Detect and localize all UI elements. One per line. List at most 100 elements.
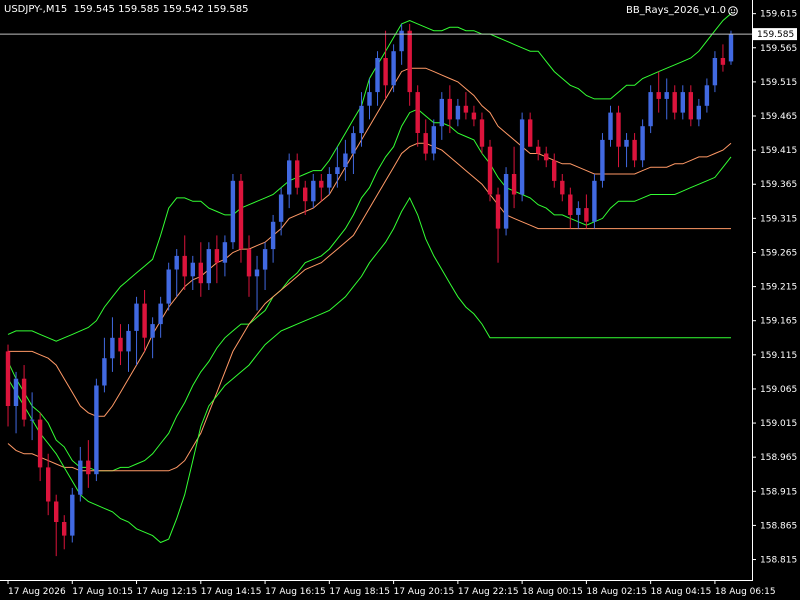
- time-tick-label: 17 Aug 22:15: [458, 587, 519, 597]
- candle-body: [254, 269, 260, 277]
- candle: [230, 174, 236, 250]
- candle-body: [600, 139, 605, 181]
- price-tick-label: 158.865: [760, 521, 797, 531]
- candle-body: [680, 92, 685, 113]
- candle-body: [463, 105, 469, 113]
- candle: [487, 139, 493, 202]
- time-tick-label: 18 Aug 06:15: [715, 587, 776, 597]
- price-tick-label: 159.515: [760, 78, 797, 88]
- candle-body: [343, 153, 348, 168]
- candle-body: [311, 180, 316, 202]
- candle-body: [704, 85, 710, 106]
- time-tick-label: 17 Aug 2026: [8, 587, 66, 597]
- price-tick-label: 159.165: [760, 317, 797, 327]
- candle-body: [110, 337, 115, 359]
- time-tick-label: 18 Aug 04:15: [651, 587, 712, 597]
- candle-body: [182, 255, 187, 277]
- candle-body: [552, 160, 557, 181]
- candle-body: [174, 255, 179, 270]
- candle-body: [54, 501, 59, 522]
- candle: [503, 167, 509, 236]
- candle-body: [495, 194, 501, 229]
- candle-body: [206, 249, 211, 284]
- candle-body: [576, 208, 581, 215]
- candle-body: [214, 249, 220, 263]
- candle-body: [198, 262, 203, 284]
- candle-body: [351, 133, 356, 154]
- candle-body: [359, 105, 364, 134]
- candle-body: [270, 221, 276, 250]
- price-tick-label: 159.615: [760, 10, 797, 20]
- candle-body: [375, 58, 380, 93]
- candle-body: [455, 105, 461, 120]
- candle: [206, 242, 211, 290]
- candle-body: [86, 460, 91, 475]
- current-price-label: 159.585: [757, 30, 794, 40]
- candle-body: [720, 58, 726, 65]
- candle: [391, 44, 396, 93]
- candle-body: [391, 51, 396, 86]
- candle-body: [246, 249, 252, 277]
- candle-body: [672, 92, 677, 113]
- candle: [519, 112, 525, 202]
- price-tick-label: 158.915: [760, 487, 797, 497]
- price-tick-label: 159.365: [760, 180, 797, 190]
- candle-body: [608, 112, 613, 140]
- candle-body: [78, 460, 83, 495]
- candle-body: [5, 351, 11, 406]
- price-chart[interactable]: 159.615 159.565 159.515 159.465 159.415 159.3…: [0, 0, 800, 600]
- candle-body: [696, 105, 701, 120]
- candle-body: [287, 160, 292, 195]
- candle-body: [632, 139, 637, 161]
- candle-body: [407, 30, 412, 93]
- candle-body: [423, 133, 428, 154]
- price-tick-label: 159.065: [760, 385, 797, 395]
- candle-body: [230, 180, 236, 243]
- time-tick-label: 17 Aug 16:15: [265, 587, 326, 597]
- candle: [166, 262, 171, 311]
- candle-body: [383, 58, 388, 86]
- candle-body: [511, 174, 517, 195]
- price-tick-label: 158.965: [760, 453, 797, 463]
- candle: [94, 378, 99, 482]
- candle-body: [46, 467, 51, 502]
- candle-body: [568, 194, 573, 215]
- price-tick-label: 159.315: [760, 214, 797, 224]
- chart-background: [0, 0, 800, 600]
- candle-body: [70, 494, 75, 536]
- candle-body: [728, 34, 734, 62]
- price-tick-label: 159.115: [760, 351, 797, 361]
- candle-body: [544, 153, 549, 161]
- candle-body: [295, 160, 300, 188]
- candle-body: [415, 92, 420, 133]
- symbol-name: USDJPY-,M15: [4, 4, 68, 15]
- candle-body: [134, 303, 139, 331]
- candle-body: [624, 139, 629, 147]
- candle-body: [278, 194, 284, 222]
- candle: [728, 30, 734, 65]
- ohlc-values: 159.545 159.585 159.542 159.585: [73, 4, 249, 15]
- candle-body: [102, 358, 107, 386]
- candle-body: [118, 337, 123, 352]
- candle: [648, 85, 653, 134]
- indicator-label[interactable]: BB_Rays_2026_v1.0: [626, 5, 738, 17]
- candle: [70, 487, 75, 543]
- candle-body: [471, 112, 477, 120]
- price-tick-label: 159.215: [760, 283, 797, 293]
- smiley-icon: [728, 6, 738, 16]
- candle-body: [142, 303, 147, 338]
- candle-body: [640, 126, 645, 161]
- candle-body: [166, 269, 171, 304]
- candle-body: [712, 58, 718, 86]
- symbol-ohlc-label: USDJPY-,M15 159.545 159.585 159.542 159.…: [4, 4, 249, 16]
- candle-body: [262, 249, 268, 270]
- candle-body: [487, 146, 493, 195]
- candle: [640, 119, 645, 168]
- candle-body: [664, 92, 669, 99]
- candle: [592, 174, 597, 229]
- time-tick-label: 18 Aug 02:15: [586, 587, 647, 597]
- candle-body: [158, 303, 163, 325]
- price-tick-label: 158.815: [760, 556, 797, 566]
- candle-body: [528, 119, 533, 147]
- time-tick-label: 17 Aug 20:15: [394, 587, 455, 597]
